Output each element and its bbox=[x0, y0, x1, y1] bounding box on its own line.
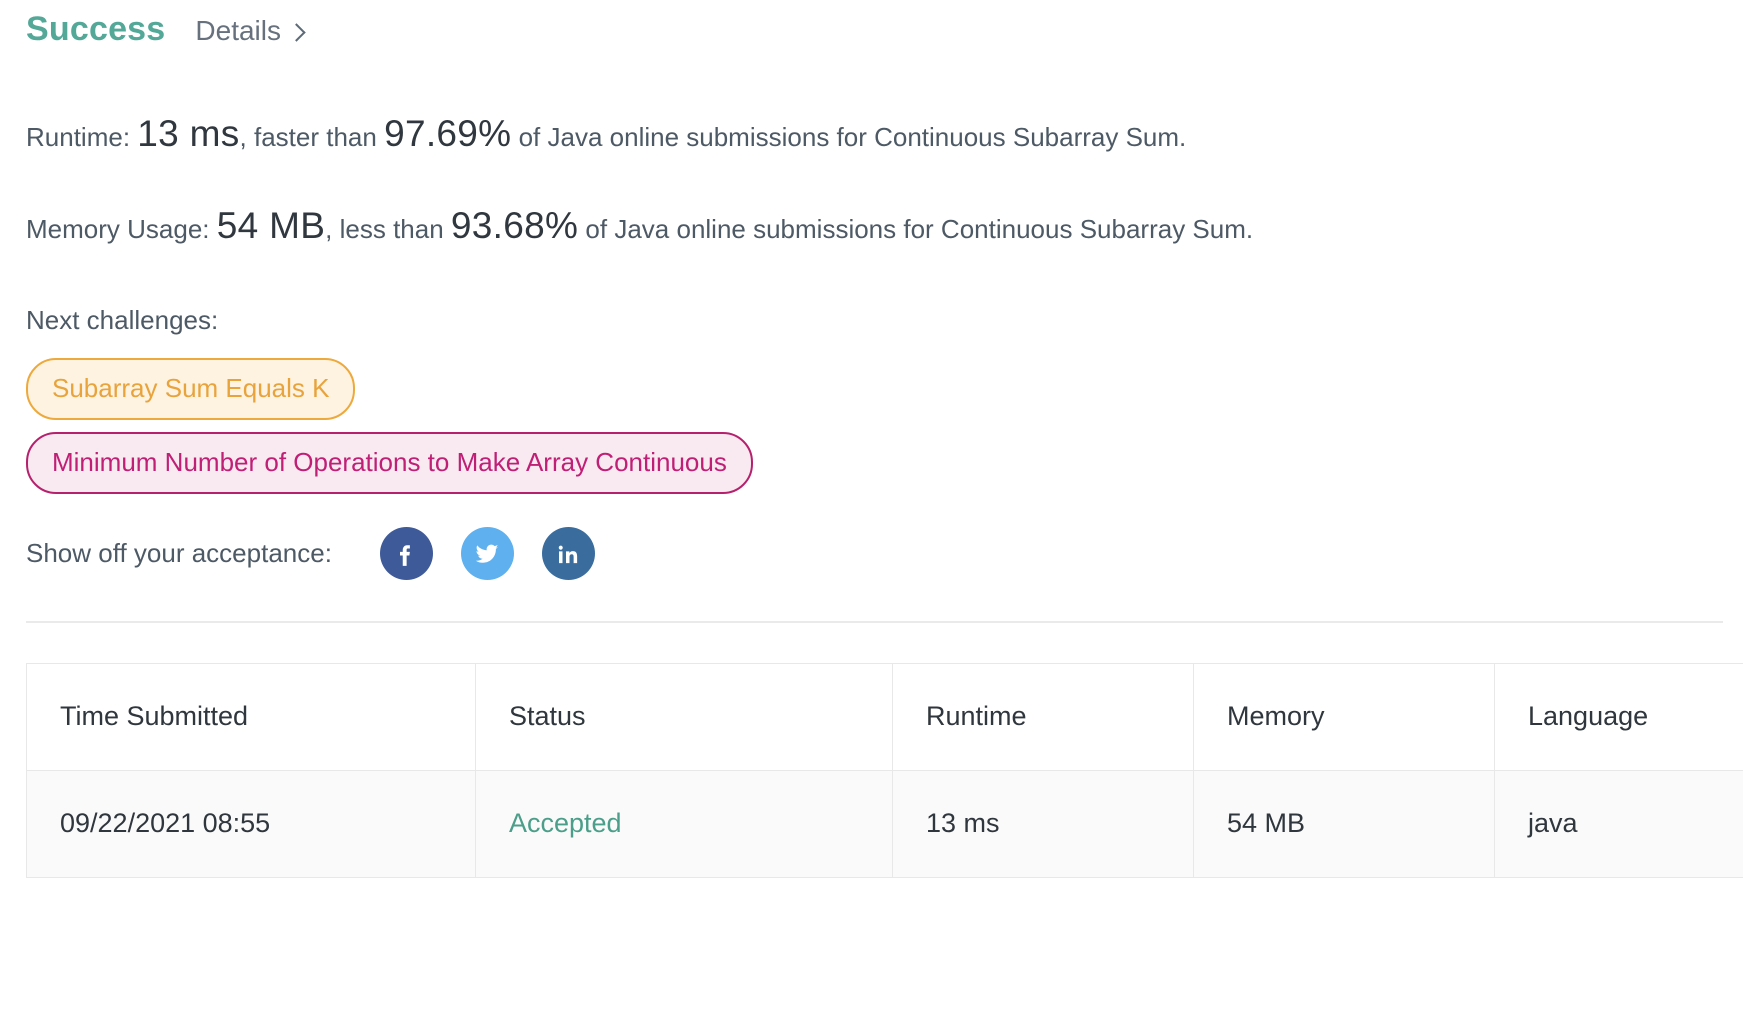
runtime-middle-text: , faster than bbox=[240, 122, 385, 152]
memory-middle-text: , less than bbox=[325, 214, 451, 244]
runtime-stat-line: Runtime: 13 ms, faster than 97.69% of Ja… bbox=[26, 112, 1717, 156]
facebook-share-button[interactable] bbox=[380, 527, 433, 580]
column-header-memory[interactable]: Memory bbox=[1194, 663, 1495, 770]
share-label: Show off your acceptance: bbox=[26, 538, 332, 569]
column-header-time-submitted[interactable]: Time Submitted bbox=[27, 663, 476, 770]
twitter-icon bbox=[472, 539, 502, 569]
memory-suffix-text: of Java online submissions for Continuou… bbox=[578, 214, 1253, 244]
memory-stat-line: Memory Usage: 54 MB, less than 93.68% of… bbox=[26, 204, 1717, 248]
runtime-value: 13 ms bbox=[137, 113, 239, 154]
next-challenge-pill-1: Subarray Sum Equals K bbox=[26, 358, 1717, 420]
next-challenges-label: Next challenges: bbox=[26, 305, 1717, 336]
chevron-right-icon bbox=[287, 23, 305, 41]
share-row: Show off your acceptance: bbox=[26, 527, 1717, 581]
cell-status: Accepted bbox=[476, 770, 893, 877]
column-header-runtime[interactable]: Runtime bbox=[893, 663, 1194, 770]
facebook-icon bbox=[391, 539, 421, 569]
table-header-row: Time Submitted Status Runtime Memory Lan… bbox=[27, 663, 1743, 770]
submissions-table-wrapper: Time Submitted Status Runtime Memory Lan… bbox=[26, 663, 1717, 878]
challenge-link-minimum-number-of-operations[interactable]: Minimum Number of Operations to Make Arr… bbox=[26, 432, 753, 494]
challenge-link-subarray-sum-equals-k[interactable]: Subarray Sum Equals K bbox=[26, 358, 355, 420]
memory-percentile: 93.68% bbox=[451, 205, 578, 246]
page-title: Success bbox=[26, 12, 165, 46]
column-header-language[interactable]: Language bbox=[1495, 663, 1743, 770]
linkedin-share-button[interactable] bbox=[542, 527, 595, 580]
memory-label: Memory Usage: bbox=[26, 214, 210, 244]
runtime-label: Runtime: bbox=[26, 122, 130, 152]
submission-result-page: Success Details Runtime: 13 ms, faster t… bbox=[0, 0, 1743, 1017]
table-row[interactable]: 09/22/2021 08:55 Accepted 13 ms 54 MB ja… bbox=[27, 770, 1743, 877]
runtime-suffix-text: of Java online submissions for Continuou… bbox=[511, 122, 1186, 152]
status-header: Success Details bbox=[26, 0, 1717, 62]
section-divider bbox=[26, 621, 1723, 623]
status-badge[interactable]: Accepted bbox=[509, 808, 622, 838]
next-challenge-pill-2: Minimum Number of Operations to Make Arr… bbox=[26, 420, 1717, 494]
cell-memory: 54 MB bbox=[1194, 770, 1495, 877]
details-link-label: Details bbox=[195, 17, 281, 45]
memory-value: 54 MB bbox=[217, 205, 325, 246]
cell-time-submitted: 09/22/2021 08:55 bbox=[27, 770, 476, 877]
column-header-status[interactable]: Status bbox=[476, 663, 893, 770]
cell-runtime: 13 ms bbox=[893, 770, 1194, 877]
linkedin-icon bbox=[553, 539, 583, 569]
next-challenges-list: Subarray Sum Equals K Minimum Number of … bbox=[26, 358, 1717, 494]
details-link[interactable]: Details bbox=[195, 17, 303, 45]
twitter-share-button[interactable] bbox=[461, 527, 514, 580]
runtime-percentile: 97.69% bbox=[384, 113, 511, 154]
cell-language: java bbox=[1495, 770, 1743, 877]
submissions-table: Time Submitted Status Runtime Memory Lan… bbox=[26, 663, 1743, 878]
